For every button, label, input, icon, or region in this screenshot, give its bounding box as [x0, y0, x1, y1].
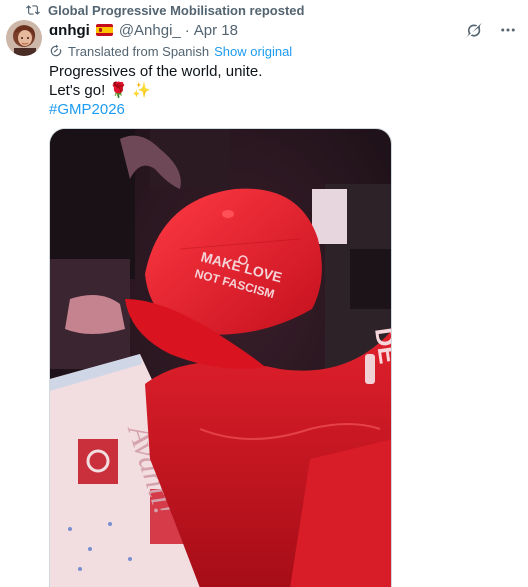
- translate-icon: [50, 44, 62, 57]
- rose-emoji: 🌹: [109, 82, 129, 99]
- repost-context[interactable]: Global Progressive Mobilisation reposted: [26, 2, 304, 18]
- tweet-actions-top: [464, 20, 518, 40]
- translation-label: Translated from Spanish: [68, 43, 210, 59]
- handle[interactable]: @Anhgi_: [119, 22, 181, 39]
- avatar[interactable]: [6, 20, 42, 56]
- show-original-link[interactable]: Show original: [214, 44, 292, 59]
- more-icon[interactable]: [498, 20, 518, 40]
- sparkles-emoji: ✨: [132, 82, 151, 99]
- tweet[interactable]: Global Progressive Mobilisation reposted…: [0, 0, 528, 587]
- spain-flag-icon: [95, 24, 113, 36]
- tweet-line-1: Progressives of the world, unite.: [49, 63, 263, 80]
- tweet-text: Progressives of the world, unite. Let's …: [49, 62, 489, 119]
- display-name[interactable]: ɑnhgi: [49, 22, 90, 39]
- tweet-header: ɑnhgi @Anhgi_ · Apr 18: [49, 20, 238, 40]
- tweet-line-2: Let's go! 🌹 ✨: [49, 81, 489, 100]
- grok-icon[interactable]: [464, 20, 484, 40]
- repost-icon: [26, 5, 40, 15]
- tweet-line-2-text: Let's go!: [49, 82, 106, 99]
- translation-notice: Translated from Spanish Show original: [49, 42, 292, 60]
- post-date[interactable]: Apr 18: [194, 22, 238, 39]
- separator: ·: [184, 21, 190, 39]
- hashtag-link[interactable]: #GMP2026: [49, 100, 489, 119]
- tweet-photo[interactable]: Avanti! DE MAKE LOVE NOT FASCISM: [49, 128, 392, 587]
- repost-label: Global Progressive Mobilisation reposted: [48, 2, 305, 18]
